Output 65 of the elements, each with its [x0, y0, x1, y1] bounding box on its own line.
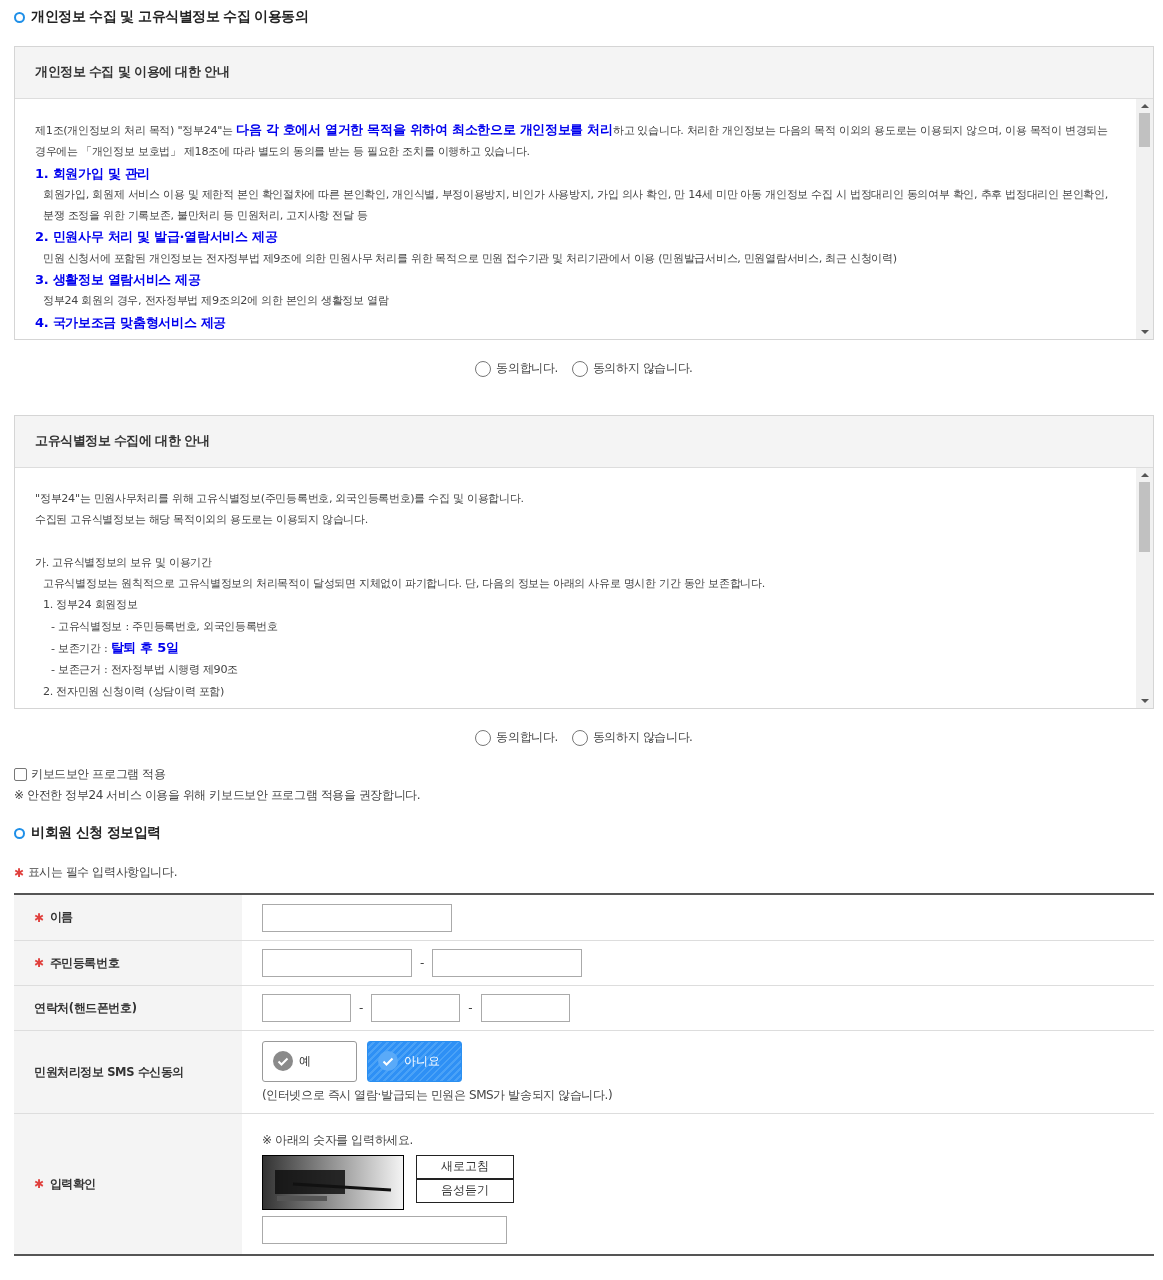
phone-input[interactable] — [371, 994, 461, 1022]
bullet-icon — [14, 827, 25, 839]
notice-text: - 보존기간 : 탈퇴 후 5일 — [50, 639, 180, 658]
section-heading: 2. 민원사무 처리 및 발급·열람서비스 제공 — [35, 228, 279, 247]
sms-note: (인터넷으로 즉시 열람·발급되는 민원은 SMS가 발송되지 않습니다.) — [262, 1086, 614, 1104]
notice-text: 가. 고유식별정보의 보유 및 이용기간 — [35, 554, 213, 571]
notice-text: 정부24 회원의 경우, 전자정부법 제9조의2에 의한 본인의 생활정보 열람 — [42, 293, 390, 310]
notice-text: 제1조(개인정보의 처리 목적) "정부24"는 다음 각 호에서 열거한 목적을 위하여 최소한으로 개인정보를 처리하고 있습니다. 처리한 개인정보는 다음의 목적 이외의 용도로는 이용되지 않으며, 이용 목적이 변경되는 경우에는 「개인정보 보호법」 제18조에 따라 별도의 동의를 받는 등 필요한 조치를 이행하고 있습니다. — [35, 121, 1109, 161]
scrollbar[interactable] — [1136, 468, 1153, 708]
field-label: 입력확인 — [49, 1176, 97, 1192]
separator: - — [420, 956, 425, 970]
scroll-down-icon[interactable] — [1140, 698, 1149, 704]
resident-number-input[interactable] — [262, 949, 412, 977]
section-heading: 1. 회원가입 및 관리 — [35, 164, 151, 183]
asterisk-icon: ✱ — [34, 1177, 44, 1191]
scroll-down-icon[interactable] — [1140, 329, 1149, 335]
separator: - — [359, 1001, 364, 1015]
checkbox-label: 키보드보안 프로그램 적용 — [31, 766, 166, 783]
scrollbar[interactable] — [1136, 99, 1153, 339]
notice-text: - 보존근거 : 전자정부법 시행령 제90조 — [50, 662, 239, 679]
notice-title: 고유식별정보 수집에 대한 안내 — [15, 416, 1153, 468]
field-label: 주민등록번호 — [49, 955, 120, 971]
section-title: 개인정보 수집 및 고유식별정보 수집 이용동의 — [31, 8, 309, 26]
scroll-up-icon[interactable] — [1140, 472, 1149, 478]
asterisk-icon: ✱ — [34, 910, 44, 925]
notice-text: 고유식별정보는 원칙적으로 고유식별정보의 처리목적이 달성되면 지체없이 파기합니다. 단, 다음의 정보는 아래의 사유로 명시한 기간 동안 보존합니다. — [42, 576, 766, 593]
radio-option[interactable]: 동의하지 않습니다. — [571, 360, 693, 377]
asterisk-icon: ✱ — [14, 865, 24, 880]
scroll-up-icon[interactable] — [1140, 103, 1149, 109]
notice-text: "정부24"는 민원사무처리를 위해 고유식별정보(주민등록번호, 외국인등록번호)를 수집 및 이용합니다. — [35, 491, 525, 507]
notice-title: 개인정보 수집 및 이용에 대한 안내 — [15, 47, 1153, 99]
notice-text: 2. 전자민원 신청이력 (상담이력 포함) — [42, 683, 226, 700]
scrollbar-thumb[interactable] — [1139, 482, 1150, 552]
asterisk-icon: ✱ — [34, 956, 44, 970]
check-icon — [273, 1051, 293, 1071]
field-label: 민원처리정보 SMS 수신동의 — [34, 1064, 185, 1080]
phone-input[interactable] — [262, 994, 351, 1022]
check-icon — [378, 1051, 398, 1071]
notice-text: 수집된 고유식별정보는 해당 목적이외의 용도로는 이용되지 않습니다. — [35, 512, 370, 529]
captcha-instruction: ※ 아래의 숫자를 입력하세요. — [262, 1131, 414, 1149]
notice-text: 민원 신청서에 포함된 개인정보는 전자정부법 제9조에 의한 민원사무 처리를 위한 목적으로 민원 접수기관 및 처리기관에서 이용 (민원발급서비스, 민원열람서비스, 최근 신청이력) — [42, 250, 898, 267]
checkbox[interactable] — [14, 768, 27, 781]
radio-option[interactable]: 동의하지 않습니다. — [571, 729, 693, 746]
notice-text: - 고유식별정보 : 주민등록번호, 외국인등록번호 — [50, 618, 279, 635]
section-title: 비회원 신청 정보입력 — [31, 824, 161, 842]
name-input[interactable] — [262, 903, 452, 932]
required-note: 표시는 필수 입력사항입니다. — [27, 864, 178, 881]
notice-text: 회원가입, 회원제 서비스 이용 및 제한적 본인 확인절차에 따른 본인확인, 개인식별, 부정이용방지, 비인가 사용방지, 가입 의사 확인, 만 14세 미만 아동 개인정보 수집 시 법정대리인 동의여부 확인, 추후 법정대리인 본인확인, 분쟁 조정을 위한 기록보존, 불만처리 등 민원처리, 고지사항 전달 등 — [42, 186, 1110, 225]
phone-input[interactable] — [480, 994, 570, 1022]
captcha-button[interactable]: 음성듣기 — [416, 1178, 514, 1203]
sms-choice-button[interactable]: 예 — [262, 1040, 357, 1082]
bullet-icon — [14, 11, 25, 23]
radio-option[interactable]: 동의합니다. — [475, 729, 558, 746]
scrollbar-thumb[interactable] — [1139, 113, 1150, 147]
radio-option[interactable]: 동의합니다. — [475, 360, 558, 377]
resident-number-input[interactable] — [432, 949, 583, 977]
section-heading: 3. 생활정보 열람서비스 제공 — [35, 271, 202, 290]
separator: - — [468, 1001, 473, 1015]
captcha-button[interactable]: 새로고침 — [416, 1154, 514, 1179]
field-label: 연락처(핸드폰번호) — [34, 1000, 137, 1016]
notice-text: ※ 안전한 정부24 서비스 이용을 위해 키보드보안 프로그램 적용을 권장합니다. — [14, 787, 422, 804]
section-heading: 4. 국가보조금 맞춤형서비스 제공 — [35, 313, 228, 332]
field-label: 이름 — [49, 910, 73, 925]
notice-text: 1. 정부24 회원정보 — [42, 597, 139, 614]
captcha-input[interactable] — [262, 1215, 507, 1244]
